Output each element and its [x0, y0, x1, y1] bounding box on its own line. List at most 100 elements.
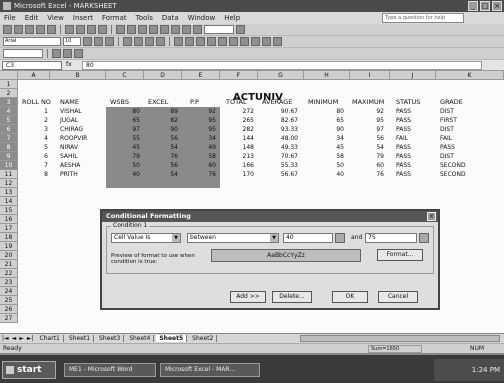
- taskbar-item-excel[interactable]: Microsoft Excel - MAR...: [160, 363, 260, 377]
- menu-edit[interactable]: Edit: [25, 14, 39, 22]
- table-cell[interactable]: PASS: [440, 143, 455, 152]
- table-cell[interactable]: PASS: [396, 161, 411, 170]
- table-cell[interactable]: 40: [118, 170, 140, 179]
- table-cell[interactable]: 79: [356, 152, 384, 161]
- header-cell[interactable]: AVERAGE: [262, 98, 292, 107]
- start-button[interactable]: start: [2, 361, 56, 379]
- tab-chart1[interactable]: Chart1: [37, 335, 64, 342]
- row-header[interactable]: 21: [0, 260, 18, 269]
- table-cell[interactable]: 82.67: [266, 116, 298, 125]
- table-cell[interactable]: 97: [356, 125, 384, 134]
- table-cell[interactable]: 5: [38, 143, 48, 152]
- row-header[interactable]: 25: [0, 296, 18, 305]
- row-header[interactable]: 9: [0, 152, 18, 161]
- column-header-b[interactable]: B: [50, 71, 106, 80]
- first-sheet-icon[interactable]: |◄: [2, 335, 9, 342]
- row-header[interactable]: 11: [0, 170, 18, 179]
- italic-icon[interactable]: [94, 37, 103, 46]
- table-cell[interactable]: 95: [356, 116, 384, 125]
- column-header-i[interactable]: I: [350, 71, 390, 80]
- table-cell[interactable]: FAIL: [396, 134, 408, 143]
- table-cell[interactable]: 79: [118, 152, 140, 161]
- help-search-input[interactable]: Type a question for help: [382, 13, 464, 23]
- table-cell[interactable]: 265: [228, 116, 254, 125]
- format-painter-icon[interactable]: [98, 25, 107, 34]
- row-header[interactable]: 12: [0, 179, 18, 188]
- table-cell[interactable]: 55.33: [266, 161, 298, 170]
- header-cell[interactable]: P.P: [190, 98, 199, 107]
- row-header[interactable]: 19: [0, 242, 18, 251]
- menu-format[interactable]: Format: [102, 14, 127, 22]
- table-cell[interactable]: 56: [156, 134, 178, 143]
- header-cell[interactable]: GRADE: [440, 98, 463, 107]
- table-cell[interactable]: 97: [118, 125, 140, 134]
- row-header[interactable]: 26: [0, 305, 18, 314]
- header-cell[interactable]: WSBS: [110, 98, 129, 107]
- column-header-c[interactable]: C: [106, 71, 144, 80]
- table-cell[interactable]: 65: [314, 116, 344, 125]
- row-header[interactable]: 27: [0, 314, 18, 323]
- row-header[interactable]: 13: [0, 188, 18, 197]
- close-button[interactable]: ×: [492, 1, 502, 11]
- menu-window[interactable]: Window: [188, 14, 216, 22]
- table-cell[interactable]: PRITH: [60, 170, 78, 179]
- row-header[interactable]: 1: [0, 80, 18, 89]
- table-cell[interactable]: JUGAL: [60, 116, 78, 125]
- ok-button[interactable]: OK: [332, 291, 368, 303]
- row-header[interactable]: 2: [0, 89, 18, 98]
- table-cell[interactable]: 4: [38, 134, 48, 143]
- last-sheet-icon[interactable]: ►|: [27, 335, 34, 342]
- table-cell[interactable]: 76: [156, 152, 178, 161]
- table-cell[interactable]: 272: [228, 107, 254, 116]
- value2-input[interactable]: 75: [365, 233, 417, 243]
- table-cell[interactable]: 166: [228, 161, 254, 170]
- row-header[interactable]: 15: [0, 206, 18, 215]
- row-header[interactable]: 5: [0, 116, 18, 125]
- row-header[interactable]: 23: [0, 278, 18, 287]
- copy-icon[interactable]: [76, 25, 85, 34]
- help-icon[interactable]: [236, 25, 245, 34]
- paste-icon[interactable]: [87, 25, 96, 34]
- table-cell[interactable]: DIST: [440, 125, 454, 134]
- table-cell[interactable]: PASS: [396, 152, 411, 161]
- table-cell[interactable]: NIRAV: [60, 143, 78, 152]
- header-cell[interactable]: EXCEL: [148, 98, 168, 107]
- row-header[interactable]: 17: [0, 224, 18, 233]
- collapse-dialog-icon[interactable]: [335, 233, 345, 243]
- table-cell[interactable]: 144: [228, 134, 254, 143]
- menu-view[interactable]: View: [47, 14, 64, 22]
- percent-icon[interactable]: [185, 37, 194, 46]
- table-cell[interactable]: 90: [156, 125, 178, 134]
- toolbar-button-icon[interactable]: [63, 49, 72, 58]
- horizontal-scrollbar[interactable]: [300, 335, 500, 342]
- table-cell[interactable]: 76: [194, 170, 216, 179]
- table-cell[interactable]: 82: [156, 116, 178, 125]
- table-cell[interactable]: 48.00: [266, 134, 298, 143]
- sort-desc-icon[interactable]: [171, 25, 180, 34]
- column-header-k[interactable]: K: [436, 71, 504, 80]
- table-cell[interactable]: FIRST: [440, 116, 457, 125]
- taskbar-item-word[interactable]: ME1 - Microsoft Word: [64, 363, 156, 377]
- format-button[interactable]: Format...: [377, 249, 423, 261]
- fx-icon[interactable]: fx: [66, 61, 72, 68]
- table-cell[interactable]: 148: [228, 143, 254, 152]
- table-cell[interactable]: 213: [228, 152, 254, 161]
- table-cell[interactable]: 60: [194, 161, 216, 170]
- table-cell[interactable]: 54: [356, 143, 384, 152]
- table-cell[interactable]: 55: [118, 134, 140, 143]
- table-cell[interactable]: 93.33: [266, 125, 298, 134]
- operator-select[interactable]: between ▼: [187, 233, 279, 243]
- increase-decimal-icon[interactable]: [207, 37, 216, 46]
- table-cell[interactable]: PASS: [396, 116, 411, 125]
- open-icon[interactable]: [14, 25, 23, 34]
- undo-icon[interactable]: [116, 25, 125, 34]
- row-header[interactable]: 6: [0, 125, 18, 134]
- menu-tools[interactable]: Tools: [136, 14, 153, 22]
- menu-insert[interactable]: Insert: [73, 14, 93, 22]
- underline-icon[interactable]: [105, 37, 114, 46]
- table-cell[interactable]: 80: [314, 107, 344, 116]
- table-cell[interactable]: 282: [228, 125, 254, 134]
- table-cell[interactable]: 56: [156, 161, 178, 170]
- row-header[interactable]: 20: [0, 251, 18, 260]
- table-cell[interactable]: 50: [118, 161, 140, 170]
